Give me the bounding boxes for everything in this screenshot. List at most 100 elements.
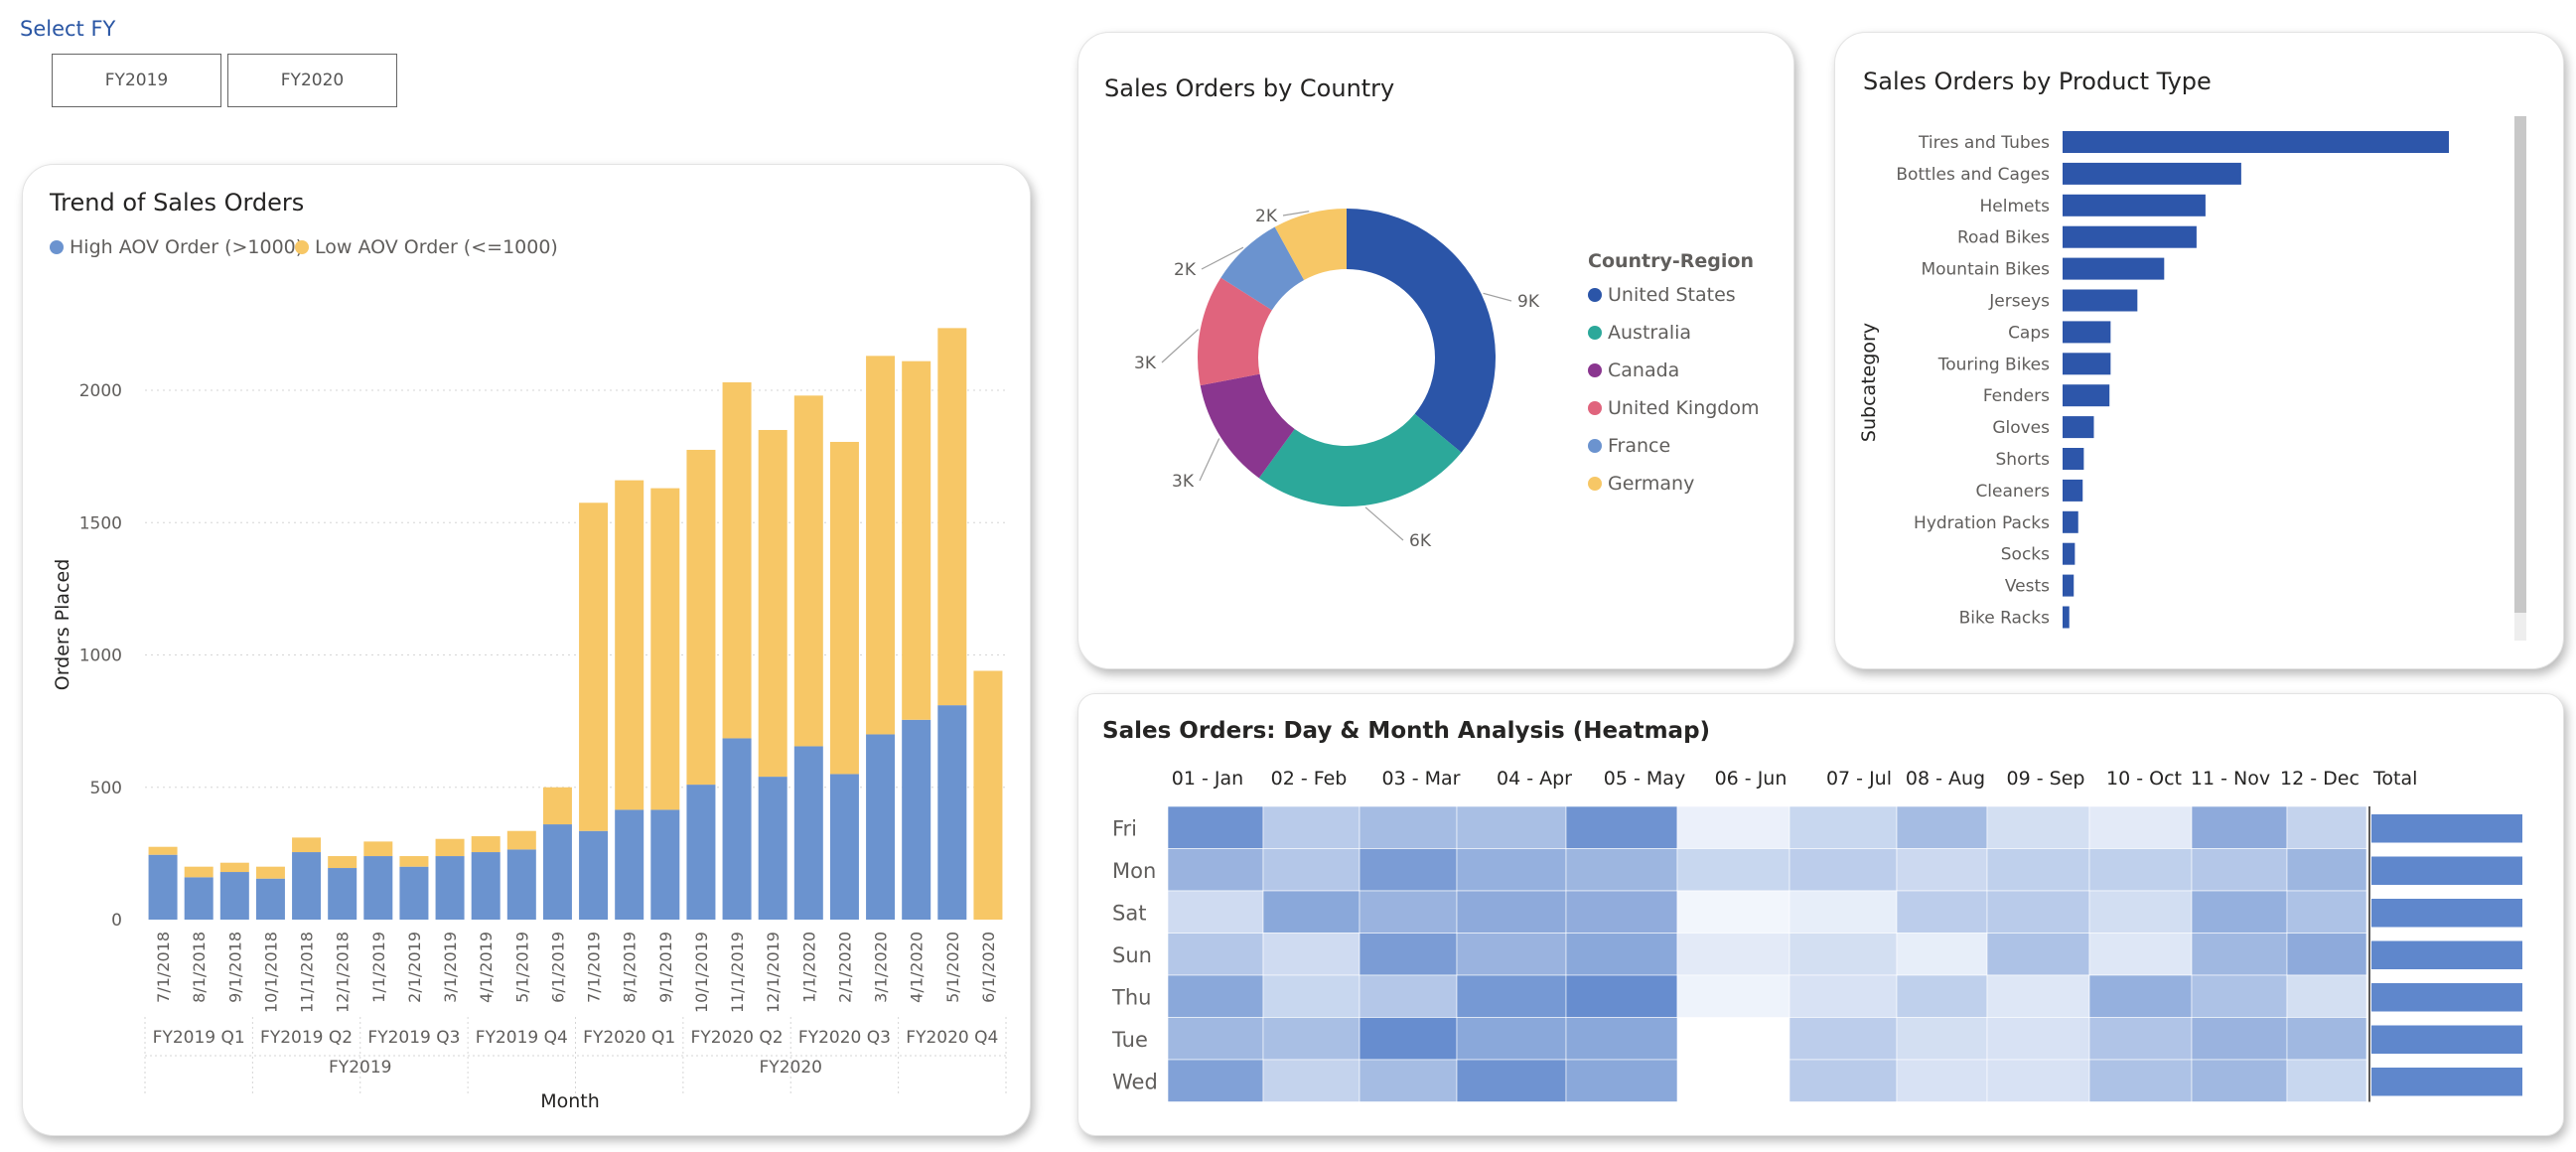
- heatmap-cell[interactable]: [2286, 974, 2367, 1018]
- country-legend-item[interactable]: United Kingdom: [1588, 397, 1760, 419]
- bar-high-aov[interactable]: [829, 774, 859, 920]
- bar-high-aov[interactable]: [793, 746, 823, 920]
- heatmap-cell[interactable]: [2286, 805, 2367, 849]
- bar-high-aov[interactable]: [184, 877, 214, 920]
- heatmap-cell[interactable]: [1789, 974, 1898, 1018]
- heatmap-cell[interactable]: [2191, 1017, 2288, 1061]
- heatmap-cell[interactable]: [1986, 974, 2090, 1018]
- bar-low-aov[interactable]: [686, 449, 716, 786]
- heatmap-cell[interactable]: [2286, 1059, 2367, 1102]
- product-scrollbar-thumb[interactable]: [2514, 116, 2526, 613]
- heatmap-cell[interactable]: [2191, 890, 2288, 934]
- bar-low-aov[interactable]: [793, 395, 823, 747]
- country-legend-item[interactable]: France: [1588, 435, 1670, 457]
- heatmap-cell[interactable]: [1896, 805, 1988, 849]
- bar-low-aov[interactable]: [399, 856, 429, 867]
- heatmap-cell[interactable]: [1167, 1059, 1264, 1102]
- heatmap-cell[interactable]: [1262, 1017, 1360, 1061]
- heatmap-cell[interactable]: [1456, 1017, 1567, 1061]
- bar-high-aov[interactable]: [471, 852, 501, 920]
- heatmap-cell[interactable]: [2286, 848, 2367, 892]
- heatmap-cell[interactable]: [1896, 848, 1988, 892]
- bar-high-aov[interactable]: [399, 866, 429, 920]
- subcategory-bar[interactable]: [2063, 416, 2094, 439]
- heatmap-cell[interactable]: [1359, 848, 1458, 892]
- heatmap-cell[interactable]: [1789, 1059, 1898, 1102]
- bar-low-aov[interactable]: [363, 841, 393, 857]
- heatmap-cell[interactable]: [1167, 848, 1264, 892]
- heatmap-cell[interactable]: [2088, 848, 2193, 892]
- heatmap-cell[interactable]: [2088, 1017, 2193, 1061]
- subcategory-bar[interactable]: [2063, 162, 2241, 185]
- heatmap-cell[interactable]: [1789, 933, 1898, 976]
- subcategory-bar[interactable]: [2063, 384, 2110, 407]
- heatmap-cell[interactable]: [1262, 805, 1360, 849]
- heatmap-cell[interactable]: [1565, 974, 1678, 1018]
- heatmap-cell[interactable]: [1896, 890, 1988, 934]
- heatmap-cell[interactable]: [1565, 933, 1678, 976]
- subcategory-bar[interactable]: [2063, 131, 2449, 153]
- heatmap-cell[interactable]: [1896, 974, 1988, 1018]
- heatmap-cell[interactable]: [1262, 1059, 1360, 1102]
- country-legend-item[interactable]: Canada: [1588, 360, 1679, 381]
- heatmap-cell[interactable]: [1565, 805, 1678, 849]
- heatmap-cell[interactable]: [1456, 890, 1567, 934]
- heatmap-cell[interactable]: [1565, 890, 1678, 934]
- heatmap-cell[interactable]: [1359, 890, 1458, 934]
- bar-low-aov[interactable]: [722, 382, 752, 739]
- bar-high-aov[interactable]: [542, 824, 572, 920]
- heatmap-cell[interactable]: [2286, 1017, 2367, 1061]
- heatmap-cell[interactable]: [1789, 1017, 1898, 1061]
- country-legend-item[interactable]: Australia: [1588, 322, 1691, 344]
- bar-low-aov[interactable]: [650, 488, 680, 810]
- heatmap-cell[interactable]: [2286, 890, 2367, 934]
- bar-high-aov[interactable]: [615, 809, 644, 920]
- heatmap-cell[interactable]: [1676, 848, 1790, 892]
- bar-high-aov[interactable]: [506, 849, 536, 920]
- heatmap-cell[interactable]: [1676, 805, 1790, 849]
- heatmap-cell[interactable]: [1986, 848, 2090, 892]
- bar-high-aov[interactable]: [435, 856, 465, 920]
- bar-high-aov[interactable]: [579, 830, 609, 920]
- heatmap-cell[interactable]: [1565, 1059, 1678, 1102]
- heatmap-cell[interactable]: [1167, 933, 1264, 976]
- heatmap-cell[interactable]: [2088, 890, 2193, 934]
- bar-low-aov[interactable]: [506, 830, 536, 850]
- heatmap-cell[interactable]: [2088, 933, 2193, 976]
- bar-high-aov[interactable]: [758, 777, 787, 920]
- subcategory-bar[interactable]: [2063, 321, 2111, 344]
- heatmap-cell[interactable]: [1456, 848, 1567, 892]
- heatmap-total-bar[interactable]: [2371, 940, 2522, 970]
- heatmap-cell[interactable]: [1896, 1059, 1988, 1102]
- heatmap-total-bar[interactable]: [2371, 1025, 2522, 1055]
- heatmap-cell[interactable]: [2088, 805, 2193, 849]
- heatmap-cell[interactable]: [2191, 1059, 2288, 1102]
- bar-low-aov[interactable]: [615, 480, 644, 810]
- bar-high-aov[interactable]: [292, 852, 322, 920]
- bar-high-aov[interactable]: [328, 868, 358, 920]
- subcategory-bar[interactable]: [2063, 574, 2075, 597]
- bar-high-aov[interactable]: [363, 856, 393, 920]
- bar-low-aov[interactable]: [973, 670, 1003, 920]
- heatmap-total-bar[interactable]: [2371, 1068, 2522, 1096]
- subcategory-bar[interactable]: [2063, 225, 2197, 248]
- heatmap-cell[interactable]: [1676, 974, 1790, 1018]
- heatmap-cell[interactable]: [2191, 933, 2288, 976]
- bar-high-aov[interactable]: [219, 872, 249, 920]
- heatmap-cell[interactable]: [1167, 974, 1264, 1018]
- heatmap-cell[interactable]: [1456, 1059, 1567, 1102]
- bar-low-aov[interactable]: [866, 356, 896, 735]
- heatmap-cell[interactable]: [1986, 805, 2090, 849]
- heatmap-cell[interactable]: [1262, 974, 1360, 1018]
- heatmap-cell[interactable]: [2191, 805, 2288, 849]
- bar-low-aov[interactable]: [758, 429, 787, 778]
- heatmap-total-bar[interactable]: [2371, 899, 2522, 928]
- heatmap-cell[interactable]: [1167, 890, 1264, 934]
- heatmap-cell[interactable]: [1789, 890, 1898, 934]
- bar-low-aov[interactable]: [435, 838, 465, 857]
- heatmap-cell[interactable]: [1456, 974, 1567, 1018]
- bar-low-aov[interactable]: [937, 328, 967, 706]
- heatmap-cell[interactable]: [1986, 933, 2090, 976]
- heatmap-cell[interactable]: [1565, 1017, 1678, 1061]
- bar-low-aov[interactable]: [829, 441, 859, 775]
